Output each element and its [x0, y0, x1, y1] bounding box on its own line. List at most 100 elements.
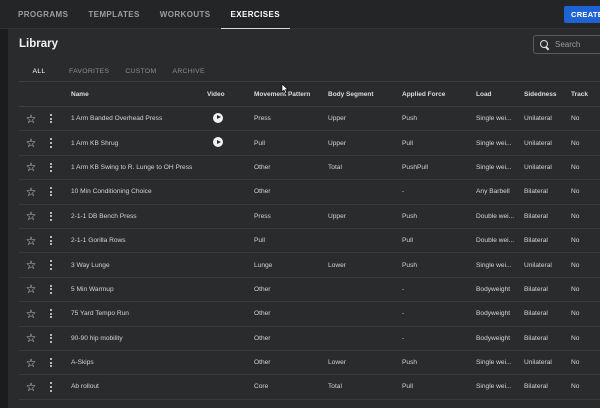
cell-movement-pattern: Pull [254, 139, 265, 147]
cell-sidedness: Bilateral [524, 334, 548, 342]
cell-sidedness: Bilateral [524, 237, 548, 245]
favorite-button[interactable]: ☆ [19, 113, 43, 125]
cell-video[interactable] [207, 137, 254, 149]
cell-body-segment: Upper [328, 212, 346, 220]
cell-sidedness: Bilateral [524, 188, 548, 196]
cell-body-segment: Upper [328, 115, 346, 123]
cell-name: 1 Arm KB Swing to R. Lunge to OH Press [71, 163, 193, 171]
star-icon: ☆ [25, 161, 37, 174]
more-vert-icon [50, 162, 52, 173]
cell-track: No [571, 334, 580, 342]
header-applied-force[interactable]: Applied Force [402, 91, 476, 98]
more-vert-icon [50, 260, 52, 270]
table-row[interactable]: ☆ A-Skips Other Lower Push Single wei... Unila… [19, 351, 600, 376]
play-circle-icon[interactable] [213, 137, 223, 148]
play-circle-icon[interactable] [213, 112, 223, 123]
row-menu-button[interactable] [43, 260, 59, 270]
cell-load: Bodyweight [476, 285, 511, 293]
table-row[interactable]: ☆ 75 Yard Tempo Run Other - Bodyweight Bilate… [19, 302, 600, 327]
table-row[interactable]: ☆ 5 Min Warmup Other - Bodyweight Bilateral No [19, 278, 600, 303]
search-input[interactable] [555, 40, 599, 49]
cell-movement-pattern: Lunge [254, 261, 273, 269]
header-body-segment[interactable]: Body Segment [328, 91, 402, 98]
table-row[interactable]: ☆ 2-1-1 Gorilla Rows Pull Pull Double wei...… [19, 229, 600, 254]
cell-body-segment: Total [328, 383, 342, 391]
favorite-button[interactable]: ☆ [19, 332, 43, 344]
favorite-button[interactable]: ☆ [19, 381, 43, 393]
favorite-button[interactable]: ☆ [19, 357, 43, 369]
table-row[interactable]: ☆ 1 Arm Banded Overhead Press Press Upper Pu… [19, 107, 600, 132]
favorite-button[interactable]: ☆ [19, 210, 43, 222]
favorite-button[interactable]: ☆ [19, 235, 43, 247]
favorite-button[interactable]: ☆ [19, 308, 43, 320]
cell-body-segment: Lower [328, 359, 346, 367]
favorite-button[interactable]: ☆ [19, 137, 43, 149]
table-row[interactable]: ☆ 1 Arm KB Shrug Pull Upper Pull Single wei..… [19, 131, 600, 156]
cell-movement-pattern: Other [254, 310, 271, 318]
row-menu-button[interactable] [43, 382, 59, 392]
cell-name: 90-90 hip mobility [71, 334, 123, 342]
cell-name: 3 Way Lunge [71, 261, 110, 269]
cell-load: Single wei... [476, 139, 512, 147]
cell-movement-pattern: Other [254, 163, 271, 171]
favorite-button[interactable]: ☆ [19, 161, 43, 173]
create-button[interactable]: CREATE [564, 6, 600, 23]
table-row[interactable]: ☆ 2-1-1 DB Bench Press Press Upper Push Doubl… [19, 205, 600, 229]
cell-sidedness: Unilateral [524, 359, 552, 367]
cell-sidedness: Unilateral [524, 139, 552, 147]
tab-all[interactable]: ALL [19, 62, 59, 82]
cell-applied-force: Push [402, 212, 418, 220]
tab-favorites[interactable]: FAVORITES [61, 62, 117, 81]
nav-tab-exercises[interactable]: EXERCISES [220, 0, 291, 29]
cell-track: No [571, 359, 580, 367]
table-row[interactable]: ☆ 1 Arm KB Swing to R. Lunge to OH Press O… [19, 156, 600, 181]
table-row[interactable]: ☆ 10 Min Conditioning Choice Other - Any Bar… [19, 180, 600, 205]
table-row[interactable]: ☆ 3 Way Lunge Lunge Lower Push Single wei... U… [19, 253, 600, 278]
nav-tab-templates[interactable]: TEMPLATES [78, 0, 149, 28]
header-track[interactable]: Track [571, 91, 600, 98]
header-sidedness[interactable]: Sidedness [524, 91, 571, 98]
star-icon: ☆ [25, 307, 37, 320]
favorite-button[interactable]: ☆ [19, 259, 43, 271]
header-name[interactable]: Name [59, 91, 207, 98]
row-menu-button[interactable] [43, 211, 59, 221]
star-icon: ☆ [25, 332, 37, 345]
cell-applied-force: Push [402, 359, 418, 367]
row-menu-button[interactable] [43, 309, 59, 319]
cell-sidedness: Unilateral [524, 115, 552, 123]
row-menu-button[interactable] [43, 333, 59, 343]
row-menu-button[interactable] [43, 138, 59, 148]
row-menu-button[interactable] [43, 236, 59, 246]
star-icon: ☆ [25, 356, 37, 369]
row-menu-button[interactable] [43, 284, 59, 295]
star-icon: ☆ [25, 259, 37, 272]
header-movement-pattern[interactable]: Movement Pattern [254, 91, 328, 98]
cell-applied-force: - [402, 334, 405, 342]
row-menu-button[interactable] [43, 114, 59, 124]
cell-applied-force: Push [402, 261, 418, 269]
cell-applied-force: - [402, 310, 405, 318]
header-load[interactable]: Load [476, 91, 524, 98]
cell-applied-force: Pull [402, 237, 413, 245]
cell-load: Single wei... [476, 359, 512, 367]
star-icon: ☆ [25, 137, 37, 150]
tab-archive[interactable]: ARCHIVE [164, 62, 212, 81]
favorite-button[interactable]: ☆ [19, 186, 43, 198]
search-box[interactable] [533, 35, 600, 54]
cell-track: No [571, 237, 580, 245]
row-menu-button[interactable] [43, 358, 59, 368]
header-video[interactable]: Video [207, 91, 254, 98]
cell-movement-pattern: Other [254, 285, 271, 293]
cell-video[interactable] [207, 112, 254, 125]
nav-tab-workouts[interactable]: WORKOUTS [150, 0, 221, 28]
row-menu-button[interactable] [43, 187, 59, 197]
row-menu-button[interactable] [43, 162, 59, 173]
star-icon: ☆ [25, 112, 37, 125]
cell-applied-force: Pull [402, 383, 413, 391]
table-row[interactable]: ☆ Ab rollout Core Total Pull Single wei... Bil… [19, 375, 600, 400]
more-vert-icon [50, 114, 52, 124]
nav-tab-programs[interactable]: PROGRAMS [8, 0, 78, 28]
tab-custom[interactable]: CUSTOM [117, 62, 164, 81]
favorite-button[interactable]: ☆ [19, 283, 43, 295]
table-row[interactable]: ☆ 90-90 hip mobility Other - Bodyweight Bilat… [19, 327, 600, 351]
